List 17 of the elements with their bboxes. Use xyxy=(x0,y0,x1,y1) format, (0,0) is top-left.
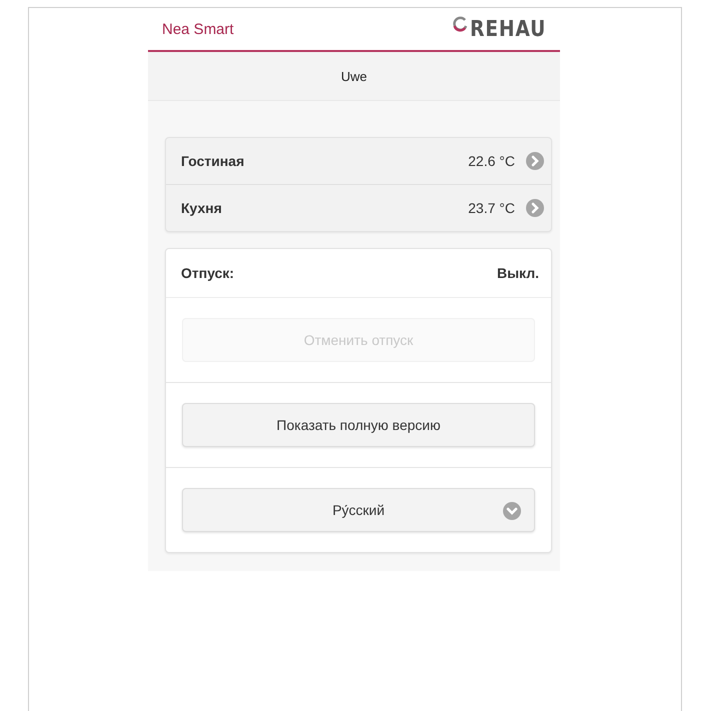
room-row[interactable]: Кухня 23.7 °C xyxy=(166,184,551,231)
logo-icon xyxy=(452,16,468,32)
vacation-label: Отпуск: xyxy=(181,265,234,281)
room-temperature: 22.6 °C xyxy=(468,153,515,169)
room-name: Кухня xyxy=(181,200,222,216)
chevron-right-icon xyxy=(525,151,545,171)
room-temperature: 23.7 °C xyxy=(468,200,515,216)
app-name: Nea Smart xyxy=(162,20,234,38)
chevron-down-icon xyxy=(502,501,522,521)
user-name: Uwe xyxy=(340,68,367,84)
logo-text: REHAU xyxy=(470,17,547,42)
full-version-button[interactable]: Показать полную версию xyxy=(182,403,535,447)
chevron-right-icon xyxy=(525,198,545,218)
vacation-status: Выкл. xyxy=(496,265,539,281)
language-select[interactable]: Ру́сский xyxy=(182,488,535,532)
room-name: Гостиная xyxy=(181,153,244,169)
room-row[interactable]: Гостиная 22.6 °C xyxy=(166,138,551,184)
